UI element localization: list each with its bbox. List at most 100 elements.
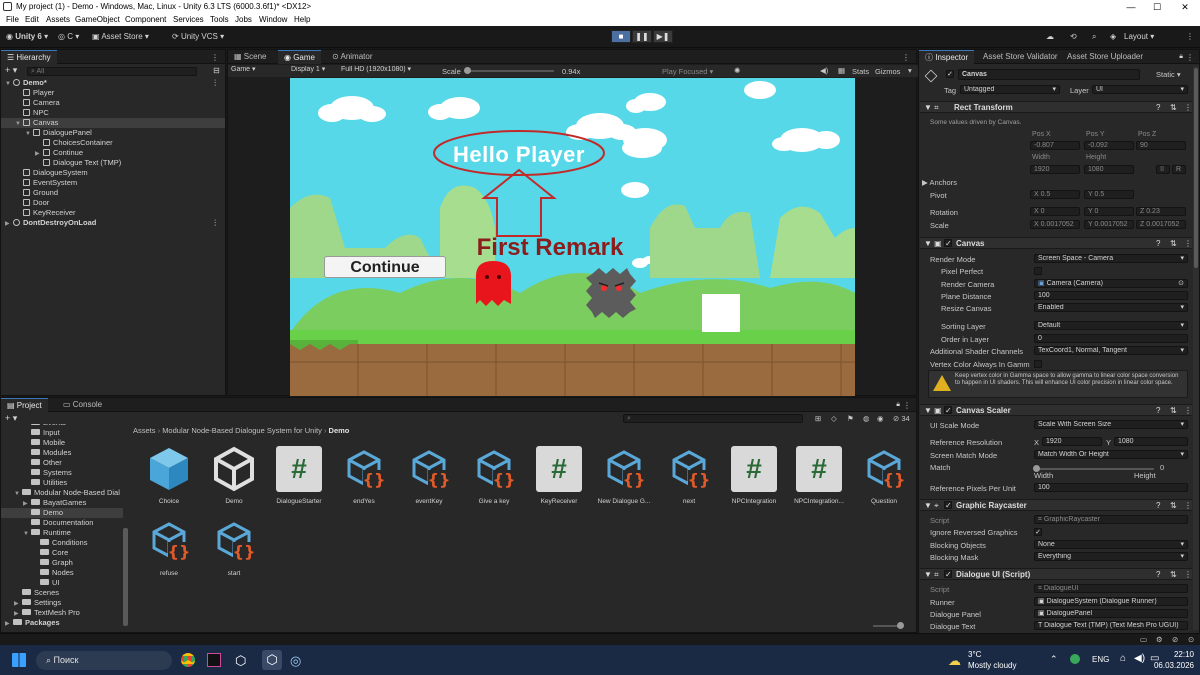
scale-z-field[interactable]: Z 0.0017052 bbox=[1136, 220, 1186, 229]
pause-button[interactable]: ❚❚ bbox=[632, 30, 652, 43]
tab-project[interactable]: ▤ Project bbox=[1, 398, 48, 412]
blueprint-button[interactable]: ⌷ bbox=[1156, 165, 1170, 174]
network-icon[interactable]: ⌂ bbox=[1120, 653, 1126, 664]
package-icon[interactable]: ◍ bbox=[863, 414, 870, 423]
canvas-row-dropdown[interactable]: Default ▾ bbox=[1034, 321, 1188, 330]
step-button[interactable]: ▶❚ bbox=[653, 30, 673, 43]
tab-hierarchy[interactable]: ☰ Hierarchy bbox=[1, 50, 57, 64]
menu-window[interactable]: Window bbox=[259, 15, 287, 24]
status-icon-2[interactable]: ⚙ bbox=[1156, 635, 1163, 644]
rect-transform-header[interactable]: ▼ ⌗ Rect Transform ? ⇅ ⋮ bbox=[920, 101, 1192, 113]
folder-item[interactable]: Mobile bbox=[1, 438, 123, 448]
filter-icon[interactable]: ⊟ bbox=[213, 66, 220, 75]
folder-item[interactable]: ▼ Runtime bbox=[1, 528, 123, 538]
add-object-button[interactable]: + ▾ bbox=[5, 65, 17, 76]
height-field[interactable]: 1080 bbox=[1084, 165, 1134, 174]
dialogue-text-field[interactable]: T Dialogue Text (TMP) (Text Mesh Pro UGU… bbox=[1034, 621, 1188, 630]
asset-item[interactable]: {} endYes bbox=[334, 446, 394, 505]
raycaster-help-icon[interactable]: ? bbox=[1156, 501, 1160, 510]
active-toggle[interactable]: ✓ bbox=[946, 70, 954, 78]
account-button[interactable]: ◉ Unity 6 ▾ bbox=[6, 31, 48, 43]
folder-item[interactable]: Nodes bbox=[1, 568, 123, 578]
hierarchy-item[interactable]: EventSystem bbox=[1, 178, 225, 188]
asset-item[interactable]: Demo bbox=[204, 446, 264, 505]
display-mode-dropdown[interactable]: Game ▾ bbox=[228, 66, 284, 75]
menu-file[interactable]: File bbox=[6, 15, 19, 24]
hierarchy-item[interactable]: ▶ DontDestroyOnLoad ⋮ bbox=[1, 218, 225, 228]
cloud-button[interactable]: ◎ C ▾ bbox=[58, 31, 79, 43]
folder-item[interactable]: Graph bbox=[1, 558, 123, 568]
project-menu-icon[interactable]: ⋮ bbox=[903, 401, 911, 410]
folder-item[interactable]: ▼ Modular Node-Based Dial bbox=[1, 488, 123, 498]
unity-editor-icon[interactable]: ⬡ bbox=[262, 650, 282, 670]
scene-menu-icon[interactable]: ⋮ bbox=[212, 78, 220, 88]
clock-date[interactable]: 06.03.2026 bbox=[1152, 661, 1194, 670]
stats-button[interactable]: Stats bbox=[852, 67, 869, 76]
display-dropdown[interactable]: Display 1 ▾ bbox=[288, 66, 334, 75]
asset-item[interactable]: # DialogueStarter bbox=[269, 446, 329, 505]
taskbar-search-box[interactable]: ⌕ Поиск bbox=[36, 651, 172, 670]
anchors-foldout[interactable]: ▶ Anchors bbox=[922, 178, 957, 187]
graphic-raycaster-header[interactable]: ▼ ⌖ ✓ Graphic Raycaster ? ⇅ ⋮ bbox=[920, 499, 1192, 511]
status-icon-4[interactable]: ⊙ bbox=[1188, 635, 1194, 644]
canvas-scaler-header[interactable]: ▼ ▣ ✓ Canvas Scaler ? ⇅ ⋮ bbox=[920, 404, 1192, 416]
folder-item[interactable]: Documentation bbox=[1, 518, 123, 528]
folder-tree-scroll-thumb[interactable] bbox=[123, 528, 128, 626]
scale-x-field[interactable]: X 0.0017052 bbox=[1030, 220, 1080, 229]
tab-scene[interactable]: ▦ Scene bbox=[228, 50, 272, 64]
hierarchy-item[interactable]: Ground bbox=[1, 188, 225, 198]
rider-icon[interactable] bbox=[207, 653, 221, 667]
hierarchy-item[interactable]: Player bbox=[1, 88, 225, 98]
inspector-scrollbar-thumb[interactable] bbox=[1194, 68, 1198, 268]
canvas-help-icon[interactable]: ? bbox=[1156, 239, 1160, 248]
canvas-scaler-toggle[interactable]: ✓ bbox=[944, 406, 952, 415]
dialogue-menu-icon[interactable]: ⋮ bbox=[1184, 570, 1192, 579]
vcs-button[interactable]: ⟳ Unity VCS ▾ bbox=[172, 31, 224, 43]
volume-icon[interactable]: ◀) bbox=[1134, 653, 1145, 664]
tab-asset-store-validator[interactable]: Asset Store Validator bbox=[977, 50, 1064, 64]
canvas-row-dropdown[interactable]: Enabled ▾ bbox=[1034, 303, 1188, 312]
inspector-scrollbar[interactable] bbox=[1193, 66, 1199, 630]
ui-scale-mode-dropdown[interactable]: Scale With Screen Size ▾ bbox=[1034, 420, 1188, 429]
search-icon[interactable]: ⌕ bbox=[1092, 31, 1096, 43]
canvas-enabled-toggle[interactable]: ✓ bbox=[944, 239, 952, 248]
folder-item[interactable]: Input bbox=[1, 428, 123, 438]
pos-x-field[interactable]: -0.807 bbox=[1030, 141, 1080, 150]
close-icon[interactable]: ✕ bbox=[1172, 0, 1198, 14]
zoom-slider[interactable] bbox=[873, 622, 904, 629]
hierarchy-item[interactable]: Door bbox=[1, 198, 225, 208]
raycaster-presets-icon[interactable]: ⇅ bbox=[1170, 501, 1177, 510]
raw-edit-button[interactable]: R bbox=[1172, 165, 1186, 174]
runner-field[interactable]: ▣ DialogueSystem (Dialogue Runner) bbox=[1034, 597, 1188, 606]
canvas-menu-icon[interactable]: ⋮ bbox=[1184, 239, 1192, 248]
start-button-icon[interactable] bbox=[12, 653, 26, 667]
inspector-lock-icon[interactable]: 🔒︎ bbox=[1179, 53, 1183, 61]
folder-tree-scrollbar[interactable] bbox=[123, 424, 128, 632]
object-name-field[interactable]: Canvas bbox=[958, 69, 1140, 80]
chrome-icon[interactable] bbox=[181, 653, 195, 667]
scale-slider[interactable] bbox=[464, 67, 554, 74]
unity-hub-icon[interactable]: ⬡ bbox=[235, 653, 246, 669]
history-icon[interactable]: ⟲ bbox=[1070, 31, 1077, 43]
project-lock-icon[interactable]: 🔒︎ bbox=[896, 401, 900, 409]
hierarchy-item[interactable]: ▼ Demo* ⋮ bbox=[1, 78, 225, 88]
asset-item[interactable]: Choice bbox=[139, 446, 199, 505]
hierarchy-item[interactable]: ▶ Continue bbox=[1, 148, 225, 158]
match-value[interactable]: 0 bbox=[1160, 463, 1164, 472]
scaler-presets-icon[interactable]: ⇅ bbox=[1170, 406, 1177, 415]
tray-app-icon[interactable] bbox=[1070, 654, 1080, 664]
blocking-objects-dropdown[interactable]: None ▾ bbox=[1034, 540, 1188, 549]
hierarchy-item[interactable]: ▼ Canvas bbox=[1, 118, 225, 128]
hierarchy-search-input[interactable]: ⌕ All bbox=[27, 67, 197, 76]
folder-item[interactable]: Systems bbox=[1, 468, 123, 478]
tab-inspector[interactable]: ⓘ Inspector bbox=[919, 50, 975, 64]
static-toggle[interactable]: Static ▾ bbox=[1156, 70, 1181, 79]
inspector-menu-icon[interactable]: ⋮ bbox=[1186, 53, 1194, 62]
blocking-mask-dropdown[interactable]: Everything ▾ bbox=[1034, 552, 1188, 561]
folder-item[interactable]: Demo bbox=[1, 508, 123, 518]
tab-console[interactable]: ▭ Console bbox=[57, 398, 108, 412]
folder-item[interactable]: Other bbox=[1, 458, 123, 468]
dialogue-presets-icon[interactable]: ⇅ bbox=[1170, 570, 1177, 579]
canvas-row-object[interactable]: ▣ Camera (Camera) ⊙ bbox=[1034, 279, 1188, 288]
breadcrumb-item[interactable]: Assets bbox=[133, 426, 156, 435]
